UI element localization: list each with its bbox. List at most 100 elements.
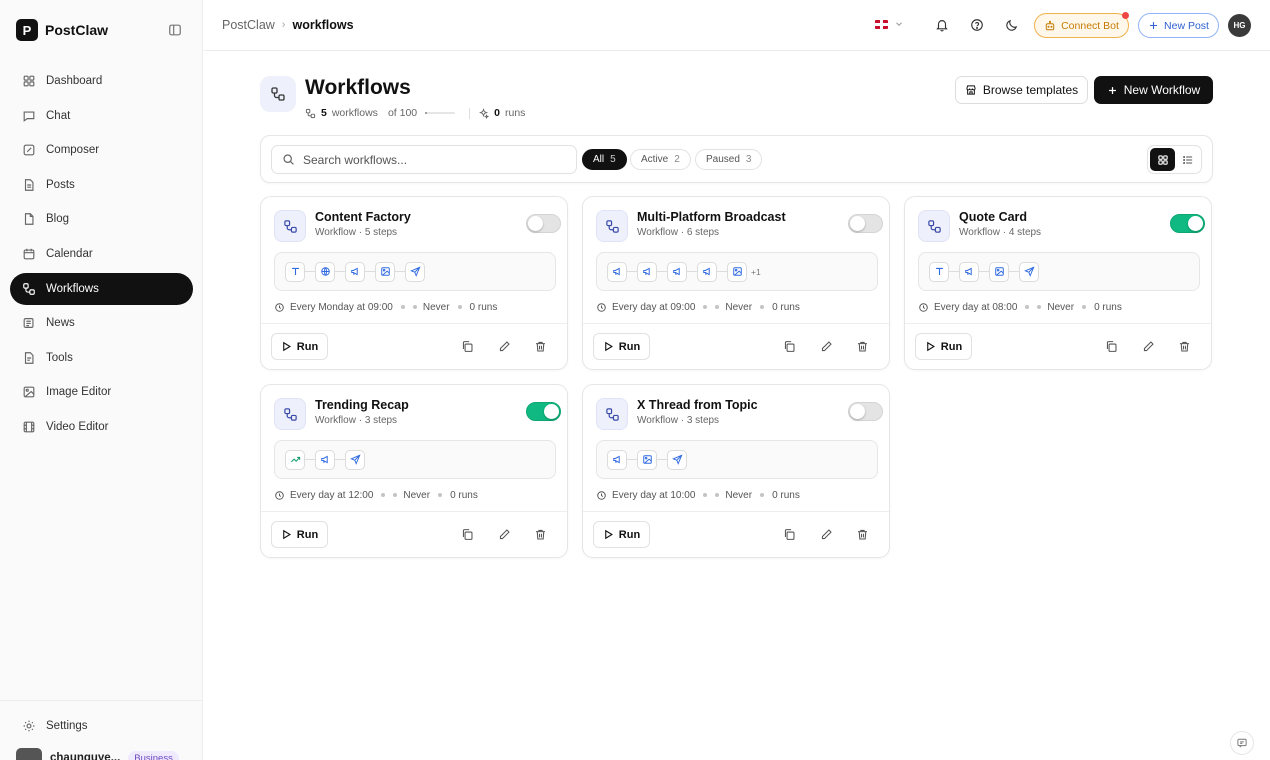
copy-icon[interactable] [461, 528, 474, 541]
edit-icon[interactable] [820, 340, 833, 353]
breadcrumb-root[interactable]: PostClaw [222, 18, 275, 32]
brand[interactable]: P PostClaw [16, 19, 108, 41]
sidebar-item-blog[interactable]: Blog [10, 203, 193, 235]
edit-icon[interactable] [1142, 340, 1155, 353]
sidebar-item-news[interactable]: News [10, 307, 193, 339]
sidebar-item-image-editor[interactable]: Image Editor [10, 376, 193, 408]
trash-icon[interactable] [856, 528, 869, 541]
connect-bot-label: Connect Bot [1061, 19, 1119, 32]
feedback-button[interactable] [1230, 731, 1254, 755]
workflow-steps: +1 [596, 252, 878, 291]
chevron-down-icon[interactable] [894, 19, 904, 29]
search-input[interactable] [303, 152, 563, 167]
trash-icon[interactable] [534, 528, 547, 541]
run-button[interactable]: Run [593, 333, 650, 360]
sidebar-item-label: Video Editor [46, 420, 109, 433]
connect-bot-button[interactable]: Connect Bot [1034, 13, 1129, 38]
sidebar-item-chat[interactable]: Chat [10, 100, 193, 132]
text-icon [285, 261, 305, 282]
user-menu[interactable]: chaunguye... Business [16, 748, 179, 760]
workflow-card[interactable]: Content Factory Workflow · 5 steps Every M… [260, 196, 568, 370]
sidebar-item-composer[interactable]: Composer [10, 134, 193, 166]
play-icon [282, 529, 291, 540]
sidebar-item-workflows[interactable]: Workflows [10, 272, 193, 305]
run-button[interactable]: Run [271, 333, 328, 360]
card-divider [583, 323, 889, 324]
list-view-button[interactable] [1175, 148, 1200, 171]
help-icon[interactable] [970, 18, 984, 32]
copy-icon[interactable] [783, 340, 796, 353]
tab-all[interactable]: All 5 [582, 149, 627, 170]
workflow-enabled-toggle[interactable] [526, 402, 561, 421]
workflow-card[interactable]: Trending Recap Workflow · 3 steps Every da… [260, 384, 568, 558]
trash-icon[interactable] [1178, 340, 1191, 353]
new-post-button[interactable]: New Post [1138, 13, 1219, 38]
sidebar-item-label: Image Editor [46, 386, 112, 399]
tab-active[interactable]: Active 2 [630, 149, 691, 170]
grid-view-button[interactable] [1150, 148, 1175, 171]
moon-icon[interactable] [1005, 18, 1019, 32]
run-button[interactable]: Run [915, 333, 972, 360]
new-post-label: New Post [1164, 19, 1209, 32]
workflow-card[interactable]: Quote Card Workflow · 4 steps Every day at… [904, 196, 1212, 370]
sidebar-item-tools[interactable]: Tools [10, 342, 193, 374]
step-connector [1009, 271, 1019, 272]
posts-icon [22, 178, 36, 192]
copy-icon[interactable] [783, 528, 796, 541]
workflow-title[interactable]: Trending Recap [315, 398, 409, 412]
run-label: Run [296, 340, 319, 353]
search-icon [282, 153, 295, 166]
megaphone-icon [315, 449, 335, 470]
edit-icon[interactable] [498, 340, 511, 353]
sidebar-item-video-editor[interactable]: Video Editor [10, 411, 193, 443]
usage-progress-fill [425, 112, 428, 114]
bell-icon[interactable] [935, 18, 949, 32]
composer-icon [22, 143, 36, 157]
language-flag-icon[interactable] [875, 20, 888, 29]
step-connector [717, 271, 727, 272]
search-box[interactable] [271, 145, 577, 174]
browse-templates-button[interactable]: Browse templates [955, 76, 1088, 104]
edit-icon[interactable] [820, 528, 833, 541]
usage-progress-bar [425, 112, 456, 114]
sidebar-item-dashboard[interactable]: Dashboard [10, 65, 193, 97]
sidebar-toggle-icon[interactable] [168, 23, 182, 37]
user-avatar[interactable]: HG [1228, 14, 1251, 37]
workflow-card[interactable]: Multi-Platform Broadcast Workflow · 6 ste… [582, 196, 890, 370]
workflow-last-run: Never [422, 301, 450, 313]
workflow-title[interactable]: Multi-Platform Broadcast [637, 210, 786, 224]
workflow-enabled-toggle[interactable] [526, 214, 561, 233]
tab-count: 2 [674, 154, 680, 165]
sidebar-item-calendar[interactable]: Calendar [10, 238, 193, 270]
sidebar-item-settings[interactable]: Settings [10, 710, 193, 742]
sidebar-item-label: Workflows [46, 282, 99, 295]
filter-bar: All 5 Active 2 Paused 3 [260, 135, 1213, 183]
workflow-enabled-toggle[interactable] [1170, 214, 1205, 233]
tab-paused[interactable]: Paused 3 [695, 149, 763, 170]
megaphone-icon [637, 261, 657, 282]
workflow-title[interactable]: Quote Card [959, 210, 1027, 224]
send-icon [667, 449, 687, 470]
step-connector [365, 271, 375, 272]
workflow-icon [274, 398, 306, 430]
workflow-steps [596, 440, 878, 479]
workflow-enabled-toggle[interactable] [848, 402, 883, 421]
run-button[interactable]: Run [271, 521, 328, 548]
new-workflow-button[interactable]: New Workflow [1094, 76, 1213, 104]
workflow-run-count: 0 runs [772, 301, 800, 313]
workflow-last-run: Never [403, 489, 431, 501]
trash-icon[interactable] [856, 340, 869, 353]
run-button[interactable]: Run [593, 521, 650, 548]
workflow-card[interactable]: X Thread from Topic Workflow · 3 steps Eve… [582, 384, 890, 558]
workflow-title[interactable]: X Thread from Topic [637, 398, 758, 412]
copy-icon[interactable] [461, 340, 474, 353]
sidebar-item-posts[interactable]: Posts [10, 169, 193, 201]
trash-icon[interactable] [534, 340, 547, 353]
workflow-title[interactable]: Content Factory [315, 210, 411, 224]
brand-name: PostClaw [45, 22, 109, 38]
copy-icon[interactable] [1105, 340, 1118, 353]
play-icon [604, 341, 613, 352]
edit-icon[interactable] [498, 528, 511, 541]
trending-icon [285, 449, 305, 470]
workflow-enabled-toggle[interactable] [848, 214, 883, 233]
